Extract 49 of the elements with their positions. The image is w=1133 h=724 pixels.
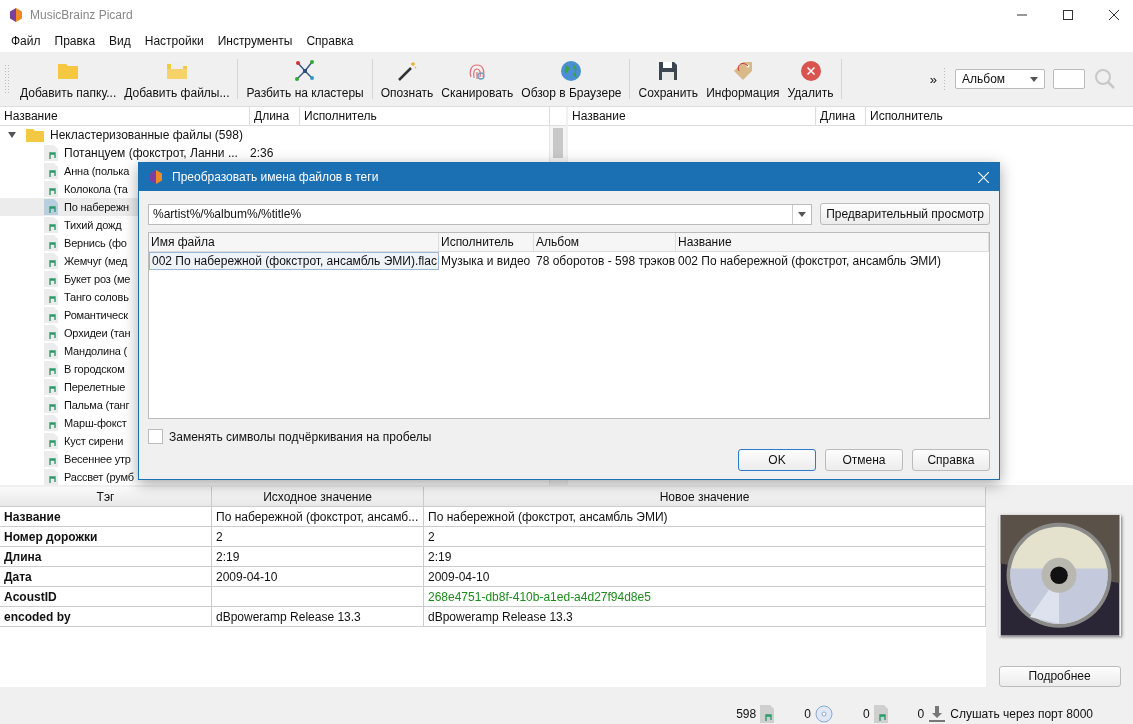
status-count: 0 xyxy=(862,707,870,721)
table-cell: 2009-04-10 xyxy=(424,567,986,586)
table-cell: По набережной (фокстрот, ансамб... xyxy=(212,507,424,526)
table-cell: dBpoweramp Release 13.3 xyxy=(212,607,424,626)
file-title: Перелетные xyxy=(64,381,126,393)
status-count: 0 xyxy=(917,707,925,721)
table-cell: 2 xyxy=(212,527,424,546)
table-cell: По набережной (фокстрот, ансамбль ЭМИ) xyxy=(424,507,986,526)
file-title: Мандолина ( xyxy=(64,345,128,357)
file-length: 2:36 xyxy=(250,146,275,160)
file-title: По набережн xyxy=(64,201,129,213)
file-title: Тихий дожд xyxy=(64,219,122,231)
file-title: Жемчуг (мед xyxy=(64,255,128,267)
file-title: Рассвет (румб xyxy=(64,471,134,483)
table-cell: 268e4751-db8f-410b-a1ed-a4d27f94d8e5 xyxy=(424,587,986,606)
table-cell: 2009-04-10 xyxy=(212,567,424,586)
window-title: MusicBrainz Picard xyxy=(30,8,133,22)
file-title: Весеннее утр xyxy=(64,453,131,465)
tag-name-cell: encoded by xyxy=(0,607,212,626)
table-cell-text: 002 По набережной (фокстрот, ансамбль ЭМИ) xyxy=(677,253,942,270)
file-title: Куст сирени xyxy=(64,435,124,447)
dialog-title: Преобразовать имена файлов в теги xyxy=(172,170,379,184)
table-cell: 2 xyxy=(424,527,986,546)
file-title: Вернись (фо xyxy=(64,237,127,249)
status-count: 0 xyxy=(804,707,811,721)
file-title: Колокола (та xyxy=(64,183,128,195)
table-cell-text: Музыка и видео xyxy=(440,253,532,270)
file-title: Пальма (танг xyxy=(64,399,130,411)
file-title: Марш-фокст xyxy=(64,417,127,429)
file-title: Потанцуем (фокстрот, Ланни ... xyxy=(64,146,239,160)
file-title: Танго соловь xyxy=(64,291,129,303)
status-text: Слушать через порт 8000 xyxy=(950,707,1093,721)
status-count: 598 xyxy=(736,707,757,721)
table-cell: 002 По набережной (фокстрот, ансамбль ЭМИ).flac xyxy=(149,252,439,270)
tag-name-cell: Дата xyxy=(0,567,212,586)
tag-name-cell: Название xyxy=(0,507,212,526)
file-title: Романтическ xyxy=(64,309,128,321)
tag-name-cell: Номер дорожки xyxy=(0,527,212,546)
checkbox-label: Заменять символы подчёркивания на пробелы xyxy=(169,429,432,444)
table-cell-text: 78 оборотов - 598 трэков xyxy=(535,253,676,270)
table-cell: 2:19 xyxy=(212,547,424,566)
tag-name-cell: AcoustID xyxy=(0,587,212,606)
table-cell: 2:19 xyxy=(424,547,986,566)
table-cell: dBpoweramp Release 13.3 xyxy=(424,607,986,626)
file-title: Анна (полька xyxy=(64,165,130,177)
file-title: Букет роз (ме xyxy=(64,273,131,285)
tag-name-cell: Длина xyxy=(0,547,212,566)
file-title: Орхидеи (тан xyxy=(64,327,131,339)
file-title: В городском xyxy=(64,363,125,375)
